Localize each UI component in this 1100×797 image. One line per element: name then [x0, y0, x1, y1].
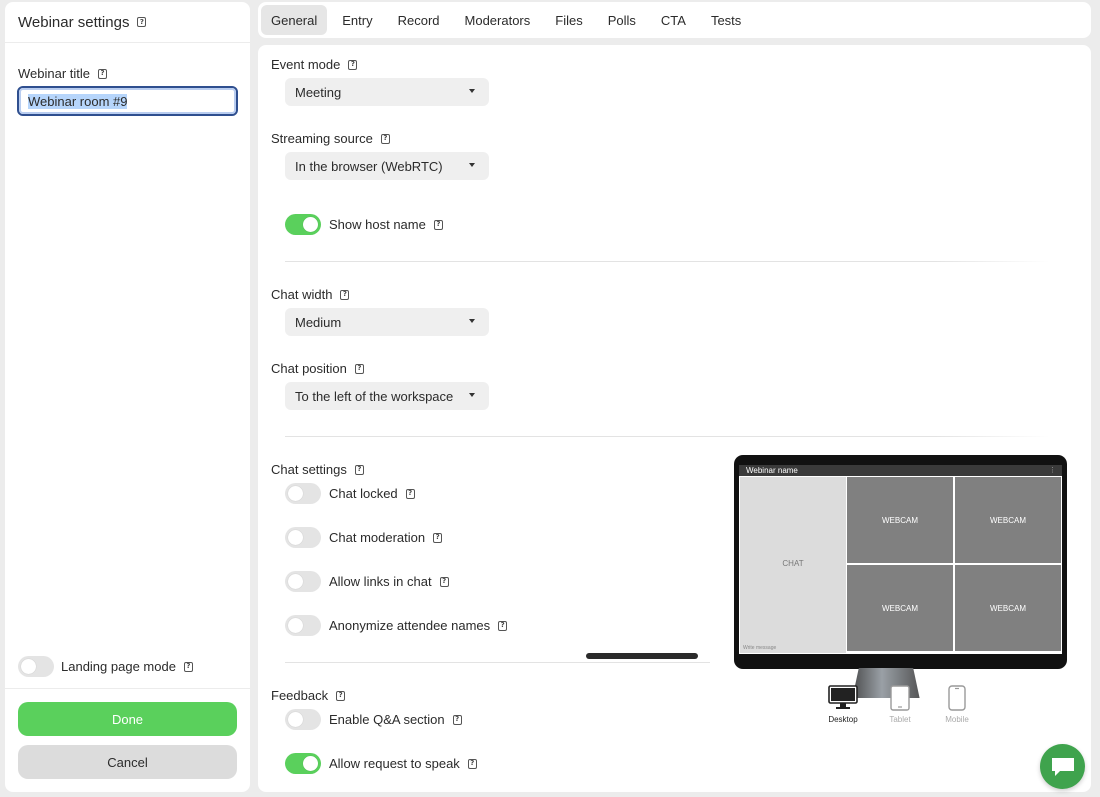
help-icon[interactable]: ?	[336, 690, 346, 701]
show-host-name-row: Show host name?	[285, 214, 443, 235]
device-mobile[interactable]: Mobile	[940, 685, 974, 724]
settings-tabs: General Entry Record Moderators Files Po…	[258, 2, 1091, 38]
write-message-hint: Write message	[743, 645, 777, 651]
monitor-stand-base	[586, 653, 698, 659]
chat-settings-label: Chat settings?	[271, 462, 364, 477]
qa-row: Enable Q&A section?	[285, 709, 462, 730]
mobile-icon	[948, 685, 966, 711]
help-icon[interactable]: ?	[98, 68, 108, 79]
webinar-title-label: Webinar title ?	[18, 66, 108, 81]
help-icon[interactable]: ?	[348, 59, 358, 70]
preview-screen: Webinar name ⋮ CHAT Write message WEBCAM…	[739, 465, 1062, 654]
settings-sidebar: Webinar settings ? Webinar title ? Landi…	[5, 2, 250, 792]
device-desktop[interactable]: Desktop	[824, 685, 862, 724]
tab-moderators[interactable]: Moderators	[455, 5, 541, 35]
divider	[285, 436, 1050, 437]
divider	[5, 688, 250, 689]
tab-record[interactable]: Record	[388, 5, 450, 35]
chat-locked-row: Chat locked?	[285, 483, 415, 504]
caret-down-icon	[469, 393, 475, 397]
tab-general[interactable]: General	[261, 5, 328, 35]
tab-entry[interactable]: Entry	[332, 5, 382, 35]
anonymize-row: Anonymize attendee names?	[285, 615, 508, 636]
preview-title-bar: Webinar name ⋮	[739, 465, 1062, 476]
help-icon[interactable]: ?	[439, 576, 449, 587]
tab-cta[interactable]: CTA	[651, 5, 696, 35]
preview-webcam-tile: WEBCAM	[955, 477, 1061, 563]
cancel-button[interactable]: Cancel	[18, 745, 237, 779]
support-chat-button[interactable]	[1040, 744, 1085, 789]
help-icon[interactable]: ?	[340, 289, 350, 300]
tab-tests[interactable]: Tests	[701, 5, 751, 35]
chat-width-select[interactable]: Medium	[285, 308, 489, 336]
feedback-label: Feedback?	[271, 688, 346, 703]
tab-files[interactable]: Files	[545, 5, 592, 35]
anonymize-toggle[interactable]	[285, 615, 321, 636]
caret-down-icon	[469, 89, 475, 93]
help-icon[interactable]: ?	[354, 363, 364, 374]
tablet-icon	[890, 685, 910, 711]
sidebar-header: Webinar settings ?	[5, 2, 250, 43]
chat-locked-toggle[interactable]	[285, 483, 321, 504]
preview-webcam-tile: WEBCAM	[955, 565, 1061, 651]
chat-bubble-icon	[1051, 757, 1074, 776]
desktop-icon	[828, 685, 858, 709]
help-icon[interactable]: ?	[183, 661, 193, 672]
tab-polls[interactable]: Polls	[598, 5, 646, 35]
help-icon[interactable]: ?	[354, 464, 364, 475]
chat-width-label: Chat width?	[271, 287, 350, 302]
webinar-title-input[interactable]	[17, 86, 238, 116]
streaming-source-select[interactable]: In the browser (WebRTC)	[285, 152, 489, 180]
help-icon[interactable]: ?	[452, 714, 462, 725]
request-speak-row: Allow request to speak?	[285, 753, 477, 774]
divider	[285, 662, 710, 663]
layout-preview-monitor: Webinar name ⋮ CHAT Write message WEBCAM…	[734, 455, 1067, 698]
preview-chat-pane: CHAT Write message	[740, 477, 846, 653]
chat-position-select[interactable]: To the left of the workspace	[285, 382, 489, 410]
qa-toggle[interactable]	[285, 709, 321, 730]
landing-page-mode-toggle[interactable]	[18, 656, 54, 677]
device-tablet[interactable]: Tablet	[884, 685, 916, 724]
help-icon[interactable]: ?	[137, 17, 147, 27]
event-mode-label: Event mode?	[271, 57, 358, 72]
help-icon[interactable]: ?	[498, 620, 508, 631]
caret-down-icon	[469, 163, 475, 167]
allow-links-toggle[interactable]	[285, 571, 321, 592]
preview-webcam-tile: WEBCAM	[847, 565, 953, 651]
show-host-name-toggle[interactable]	[285, 214, 321, 235]
chat-moderation-toggle[interactable]	[285, 527, 321, 548]
caret-down-icon	[469, 319, 475, 323]
event-mode-select[interactable]: Meeting	[285, 78, 489, 106]
allow-links-row: Allow links in chat?	[285, 571, 449, 592]
help-icon[interactable]: ?	[380, 133, 390, 144]
help-icon[interactable]: ?	[433, 219, 443, 230]
chat-moderation-row: Chat moderation?	[285, 527, 443, 548]
help-icon[interactable]: ?	[405, 488, 415, 499]
streaming-source-label: Streaming source?	[271, 131, 390, 146]
landing-page-mode-row: Landing page mode?	[18, 656, 193, 677]
preview-webcam-tile: WEBCAM	[847, 477, 953, 563]
sidebar-title: Webinar settings	[18, 13, 130, 31]
help-icon[interactable]: ?	[433, 532, 443, 543]
divider	[285, 261, 1050, 262]
request-speak-toggle[interactable]	[285, 753, 321, 774]
chat-position-label: Chat position?	[271, 361, 364, 376]
general-settings-panel: Event mode? Meeting Streaming source? In…	[258, 45, 1091, 792]
menu-icon: ⋮	[1049, 467, 1056, 474]
help-icon[interactable]: ?	[467, 758, 477, 769]
done-button[interactable]: Done	[18, 702, 237, 736]
